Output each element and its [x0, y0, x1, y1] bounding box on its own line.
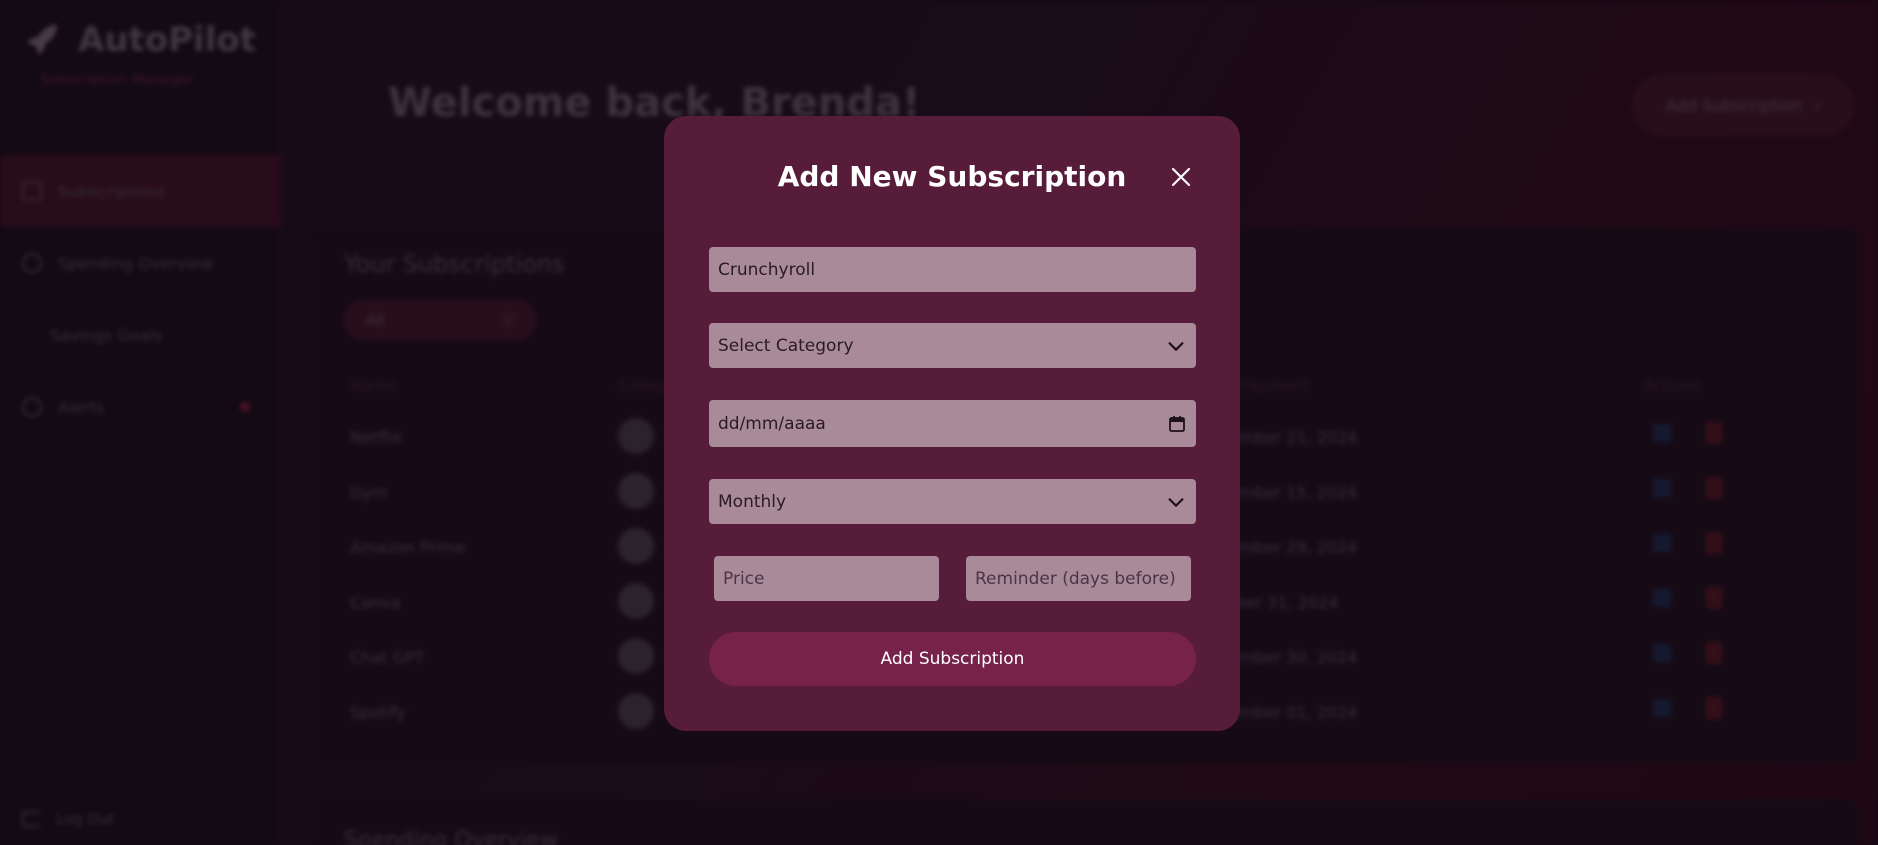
chevron-down-icon: [1168, 497, 1184, 507]
price-input[interactable]: Price: [714, 556, 939, 601]
add-subscription-modal: Add New Subscription Crunchyroll Select …: [664, 116, 1240, 731]
date-placeholder: dd/mm/aaaa: [718, 413, 826, 434]
submit-label: Add Subscription: [880, 649, 1025, 669]
start-date-input[interactable]: dd/mm/aaaa: [709, 400, 1196, 447]
subscription-name-input[interactable]: Crunchyroll: [709, 247, 1196, 292]
calendar-icon[interactable]: [1167, 414, 1187, 434]
subscription-name-value: Crunchyroll: [718, 259, 816, 280]
chevron-down-icon: [1168, 341, 1184, 351]
close-button[interactable]: [1166, 162, 1196, 192]
modal-title: Add New Subscription: [777, 160, 1127, 193]
price-placeholder: Price: [723, 568, 765, 589]
category-select-value: Select Category: [718, 335, 854, 356]
reminder-placeholder: Reminder (days before): [975, 568, 1176, 589]
close-icon: [1171, 167, 1191, 187]
billing-cycle-value: Monthly: [718, 491, 787, 512]
category-select[interactable]: Select Category: [709, 323, 1196, 368]
add-subscription-submit-button[interactable]: Add Subscription: [709, 632, 1196, 686]
reminder-days-input[interactable]: Reminder (days before): [966, 556, 1191, 601]
billing-cycle-select[interactable]: Monthly: [709, 479, 1196, 524]
